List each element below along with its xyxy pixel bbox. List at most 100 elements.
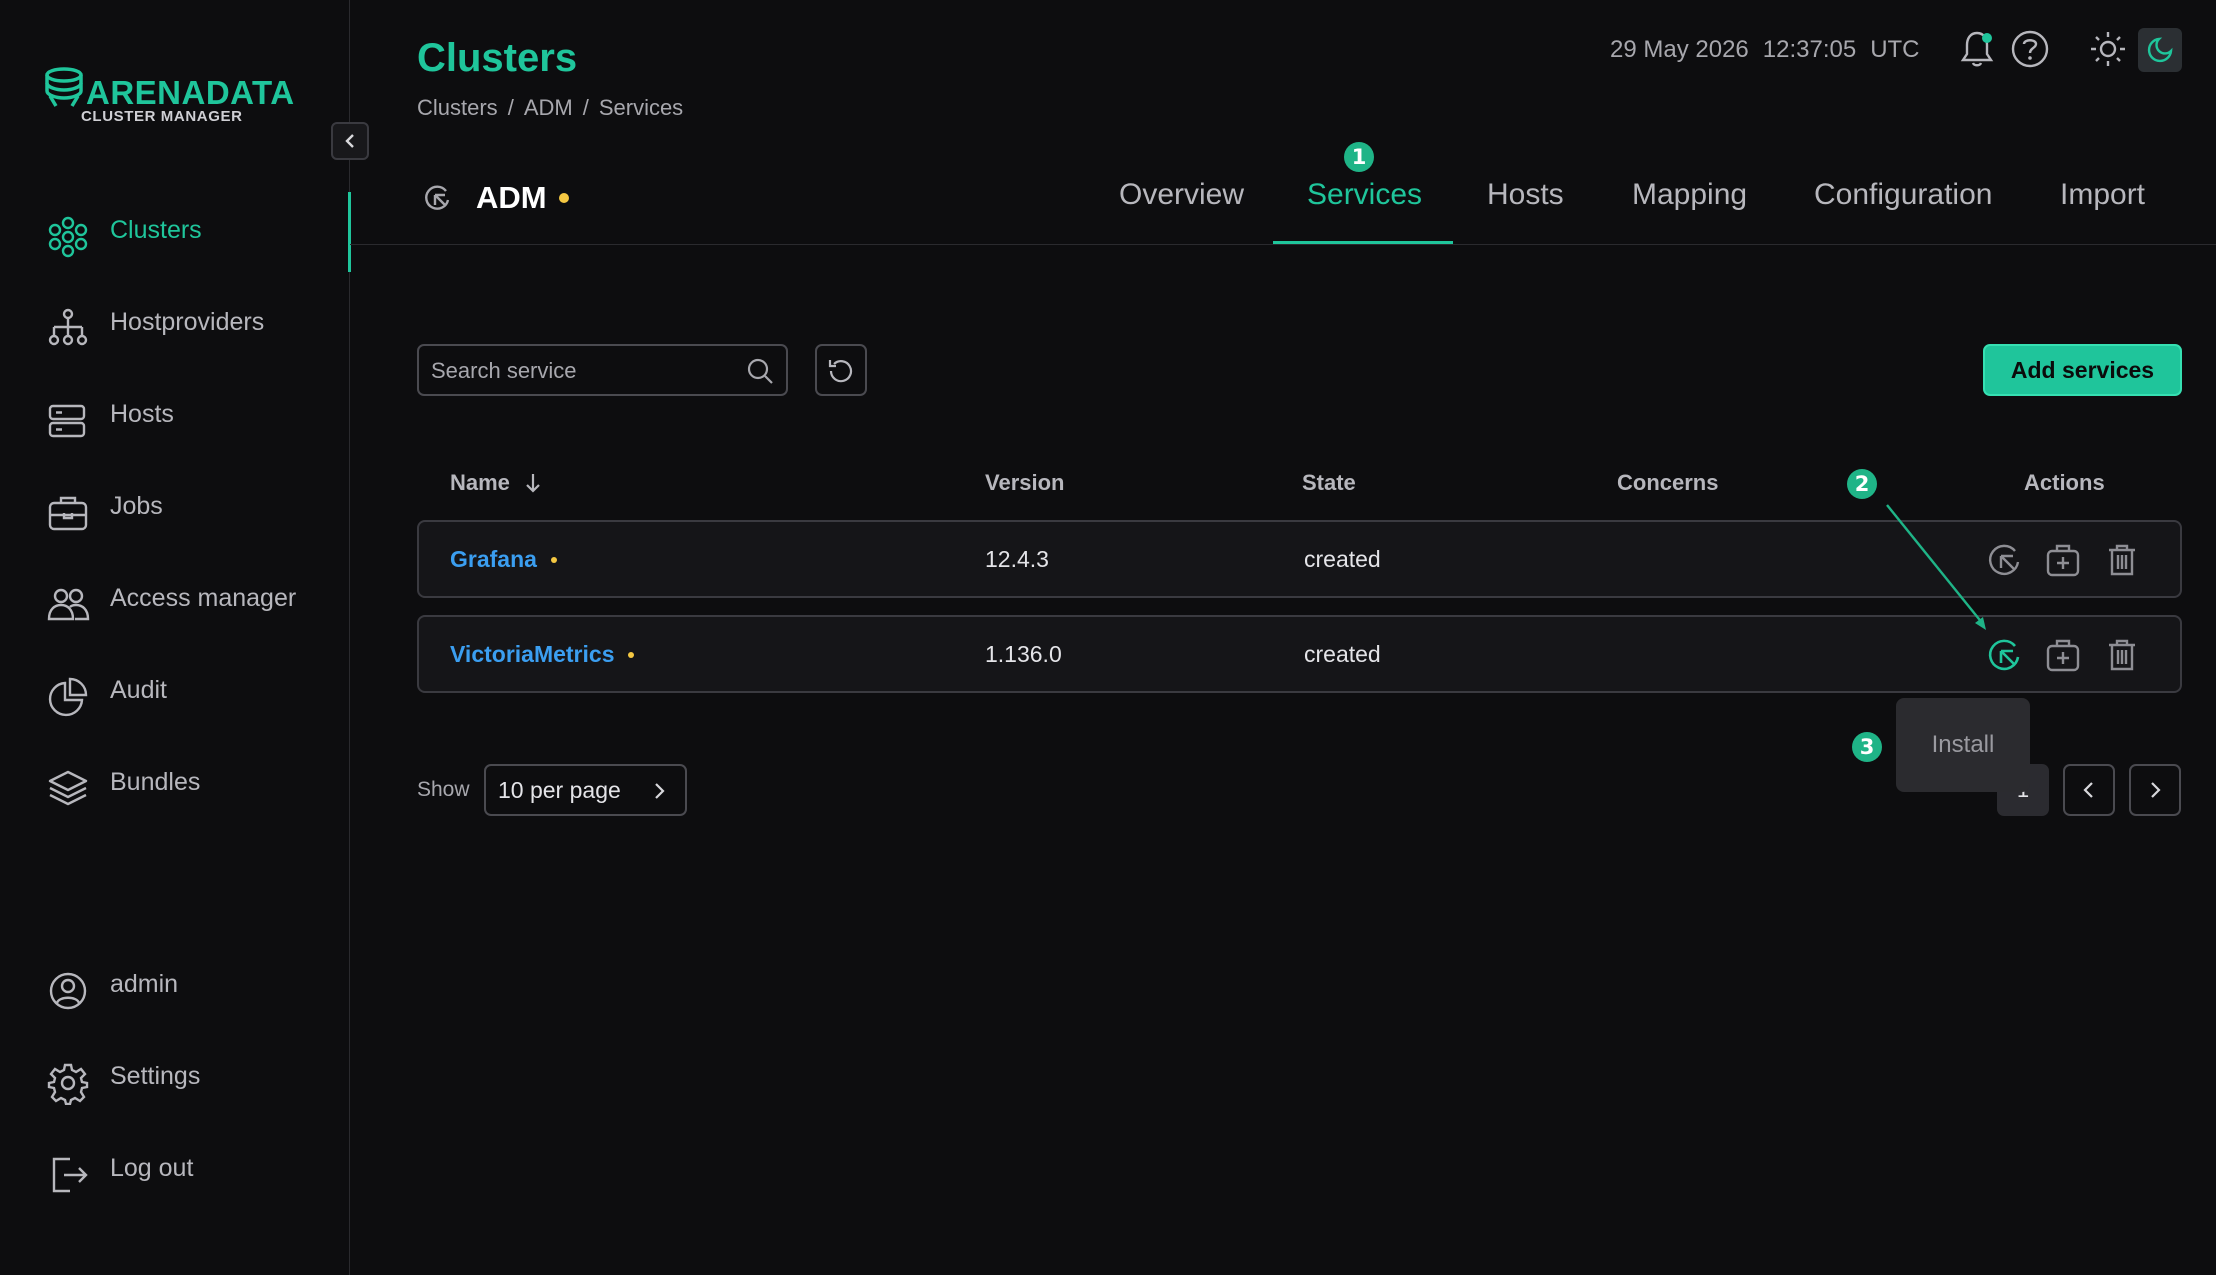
next-page-button[interactable] (2129, 764, 2181, 816)
light-theme-button[interactable] (2087, 28, 2129, 70)
logout-icon (52, 1157, 88, 1193)
cluster-concern-dot (558, 193, 569, 203)
breadcrumb-clusters[interactable]: Clusters (417, 95, 498, 121)
breadcrumb-separator: / (507, 95, 514, 120)
annotation-badge-3: 3 (1852, 732, 1882, 762)
show-label: Show (417, 778, 470, 801)
bell-icon (1960, 31, 1994, 67)
jobs-icon (48, 496, 88, 531)
clock-date: 29 May 2026 (1610, 36, 1749, 63)
column-header-actions: Actions (2024, 470, 2105, 495)
column-header-concerns: Concerns (1617, 470, 1719, 495)
sidebar-item-hosts[interactable]: Hosts (0, 384, 350, 444)
service-name-link[interactable]: Grafana (450, 546, 537, 573)
moon-icon (2147, 37, 2173, 63)
sidebar-item-audit[interactable]: Audit (0, 660, 350, 720)
trash-icon (2109, 544, 2135, 576)
clock: 29 May 2026 12:37:05 UTC (1610, 36, 1920, 64)
sidebar-item-label: Clusters (110, 215, 202, 244)
access-manager-icon (47, 588, 90, 621)
sidebar-item-clusters[interactable]: Clusters (0, 192, 351, 272)
service-name-link[interactable]: VictoriaMetrics (450, 641, 614, 668)
service-name-cell: Grafana (450, 546, 557, 573)
dark-theme-button[interactable] (2138, 28, 2182, 72)
tabs-divider (350, 244, 2216, 245)
logo-mark-icon (45, 67, 83, 107)
breadcrumb: Clusters / ADM / Services (417, 95, 683, 121)
brand-name: ARENADATA (86, 74, 295, 111)
collapse-sidebar-button[interactable] (331, 122, 369, 160)
hosts-icon (48, 404, 86, 438)
chevron-right-icon (655, 783, 665, 799)
sidebar-item-label: Hostproviders (110, 307, 265, 336)
chevron-right-icon (2151, 782, 2161, 798)
sidebar: ARENADATA CLUSTER MANAGER Clusters Hostp… (0, 0, 351, 1275)
search-field[interactable] (417, 344, 788, 396)
trash-icon (2109, 639, 2135, 671)
tab-configuration[interactable]: Configuration (1814, 178, 1992, 212)
clusters-icon (48, 216, 88, 258)
delete-button[interactable] (2102, 635, 2142, 675)
search-icon (747, 358, 773, 384)
add-component-button[interactable] (2043, 540, 2083, 580)
previous-page-button[interactable] (2063, 764, 2115, 816)
table-row: VictoriaMetrics 1.136.0 created (417, 615, 2182, 693)
tab-hosts[interactable]: Hosts (1487, 178, 1564, 212)
tab-import[interactable]: Import (2060, 178, 2145, 212)
arenadata-logo[interactable]: ARENADATA CLUSTER MANAGER (44, 64, 294, 126)
sidebar-item-settings[interactable]: Settings (0, 1046, 350, 1106)
annotation-badge-2: 2 (1847, 469, 1877, 499)
cluster-name: ADM (476, 180, 547, 215)
column-header-name[interactable]: Name (450, 470, 542, 496)
user-icon (49, 972, 87, 1010)
per-page-select[interactable]: 10 per page (484, 764, 687, 816)
search-input[interactable] (431, 354, 731, 388)
delete-button[interactable] (2102, 540, 2142, 580)
sidebar-item-label: Jobs (110, 491, 163, 520)
breadcrumb-services: Services (598, 95, 684, 120)
service-state: created (1304, 546, 1381, 572)
clock-timezone: UTC (1870, 36, 1920, 63)
brand-subtitle: CLUSTER MANAGER (81, 108, 243, 125)
sidebar-item-label: Log out (110, 1153, 194, 1182)
annotation-badge-1: 1 (1344, 142, 1374, 172)
sidebar-item-label: Hosts (110, 399, 174, 428)
bundles-icon (48, 770, 88, 806)
sun-icon (2091, 32, 2125, 66)
column-header-state: State (1302, 470, 1356, 495)
sidebar-item-label: Access manager (110, 583, 297, 612)
cluster-header: ADM (422, 180, 569, 216)
tab-overview[interactable]: Overview (1119, 178, 1244, 212)
help-button[interactable] (2009, 28, 2051, 70)
breadcrumb-adm[interactable]: ADM (524, 95, 573, 121)
concern-dot (628, 651, 635, 658)
sidebar-item-access-manager[interactable]: Access manager (0, 568, 350, 628)
sidebar-item-label: admin (110, 969, 179, 998)
install-tooltip: Install (1896, 698, 2030, 792)
sidebar-item-jobs[interactable]: Jobs (0, 476, 350, 536)
tab-services[interactable]: Services (1307, 178, 1422, 212)
notifications-button[interactable] (1956, 28, 1998, 70)
table-row: Grafana 12.4.3 created (417, 520, 2182, 598)
install-action-icon (1988, 544, 2020, 575)
refresh-icon (828, 360, 853, 383)
install-action-button[interactable] (1984, 540, 2024, 580)
sidebar-item-label: Settings (110, 1061, 201, 1090)
sidebar-item-hostproviders[interactable]: Hostproviders (0, 292, 350, 352)
add-component-button[interactable] (2043, 635, 2083, 675)
gear-icon (47, 1063, 89, 1105)
active-tab-indicator (1273, 241, 1453, 244)
tab-mapping[interactable]: Mapping (1632, 178, 1747, 212)
sidebar-item-admin[interactable]: admin (0, 954, 350, 1014)
install-action-button[interactable] (1984, 635, 2024, 675)
refresh-button[interactable] (815, 344, 867, 396)
audit-icon (48, 677, 88, 717)
sidebar-item-label: Bundles (110, 767, 201, 796)
add-component-icon (2046, 639, 2080, 672)
add-services-button[interactable]: Add services (1983, 344, 2182, 396)
sidebar-item-logout[interactable]: Log out (0, 1138, 350, 1198)
concern-dot (550, 556, 557, 563)
sidebar-item-bundles[interactable]: Bundles (0, 752, 350, 812)
sort-down-icon (526, 474, 540, 493)
page-title: Clusters (417, 36, 578, 80)
